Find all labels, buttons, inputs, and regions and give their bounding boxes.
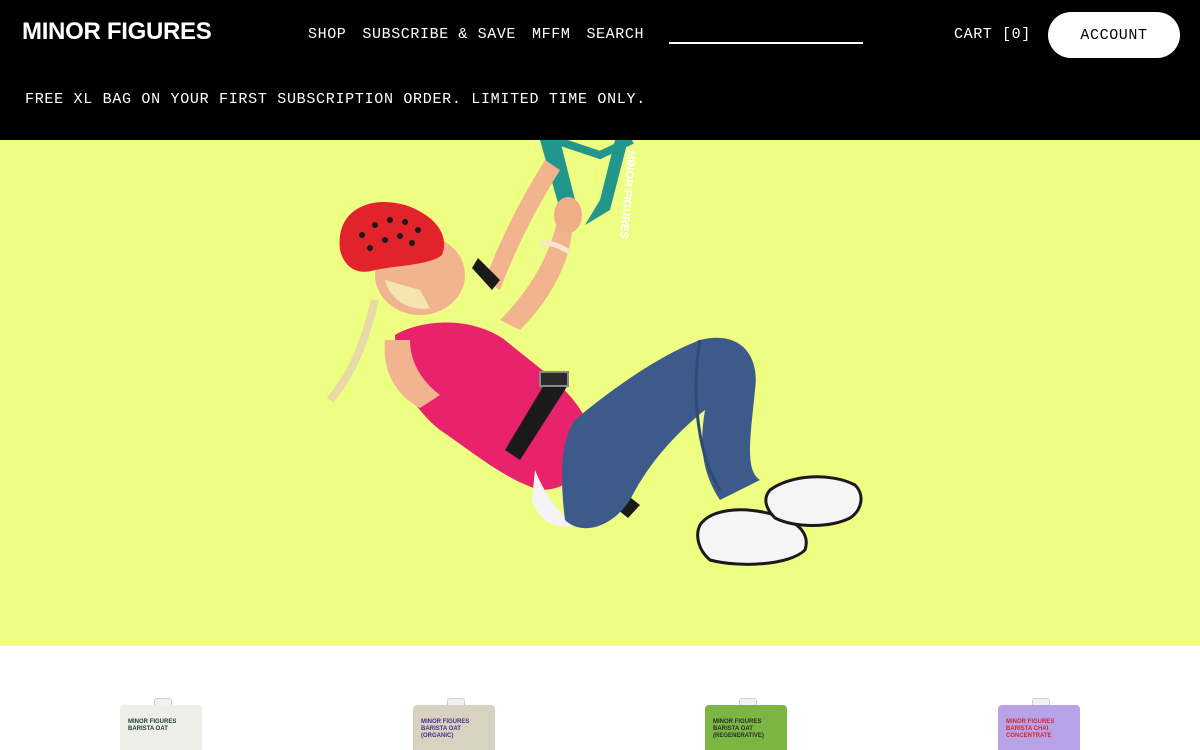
carton-body: MINOR FIGURES BARISTA OAT (120, 705, 202, 750)
zipline-rider-illustration: MINOR FIGURES (326, 140, 863, 566)
search-underline (669, 42, 863, 44)
carton-brand: MINOR FIGURES (1006, 719, 1055, 725)
hair-braid (326, 299, 379, 403)
carton-brand: MINOR FIGURES (421, 719, 470, 725)
cart-link[interactable]: CART [0] (954, 26, 1031, 43)
nav-subscribe-save[interactable]: SUBSCRIBE & SAVE (362, 26, 516, 43)
promo-banner: FREE XL BAG ON YOUR FIRST SUBSCRIPTION O… (25, 91, 646, 108)
carton-body: MINOR FIGURES BARISTA OAT (ORGANIC) (413, 705, 495, 750)
carton-brand: MINOR FIGURES (713, 719, 762, 725)
right-sneaker (764, 475, 863, 527)
hand (554, 197, 582, 233)
brand-logo[interactable]: MINOR FIGURES (22, 18, 212, 46)
main-nav: SHOP SUBSCRIBE & SAVE MFFM SEARCH (308, 26, 644, 43)
nav-mffm[interactable]: MFFM (532, 26, 570, 43)
product-barista-oat[interactable]: MINOR FIGURES BARISTA OAT (120, 698, 202, 750)
carton-variant: BARISTA OAT (REGENERATIVE) (713, 726, 764, 739)
harness-buckle (539, 371, 569, 387)
carton-variant: BARISTA OAT (ORGANIC) (421, 726, 461, 739)
product-strip: MINOR FIGURES BARISTA OAT MINOR FIGURES … (0, 646, 1200, 750)
carton-body: MINOR FIGURES BARISTA CHAI CONCENTRATE (998, 705, 1080, 750)
search-input[interactable] (669, 22, 863, 42)
nav-search[interactable]: SEARCH (586, 26, 644, 43)
product-barista-chai-concentrate[interactable]: MINOR FIGURES BARISTA CHAI CONCENTRATE (998, 698, 1080, 750)
nav-shop[interactable]: SHOP (308, 26, 346, 43)
carton-variant: BARISTA CHAI CONCENTRATE (1006, 726, 1052, 739)
product-barista-oat-regenerative[interactable]: MINOR FIGURES BARISTA OAT (REGENERATIVE) (705, 698, 787, 750)
site-header: MINOR FIGURES SHOP SUBSCRIBE & SAVE MFFM… (0, 0, 1200, 140)
product-barista-oat-organic[interactable]: MINOR FIGURES BARISTA OAT (ORGANIC) (413, 698, 495, 750)
account-button[interactable]: ACCOUNT (1048, 12, 1180, 58)
jeans (562, 337, 760, 529)
carton-body: MINOR FIGURES BARISTA OAT (REGENERATIVE) (705, 705, 787, 750)
pink-top (395, 322, 590, 490)
carton-variant: BARISTA OAT (128, 726, 168, 732)
hero-banner: MINOR FIGURES (0, 140, 1200, 646)
zipline-strap: MINOR FIGURES (540, 140, 637, 239)
carton-brand: MINOR FIGURES (128, 719, 177, 725)
